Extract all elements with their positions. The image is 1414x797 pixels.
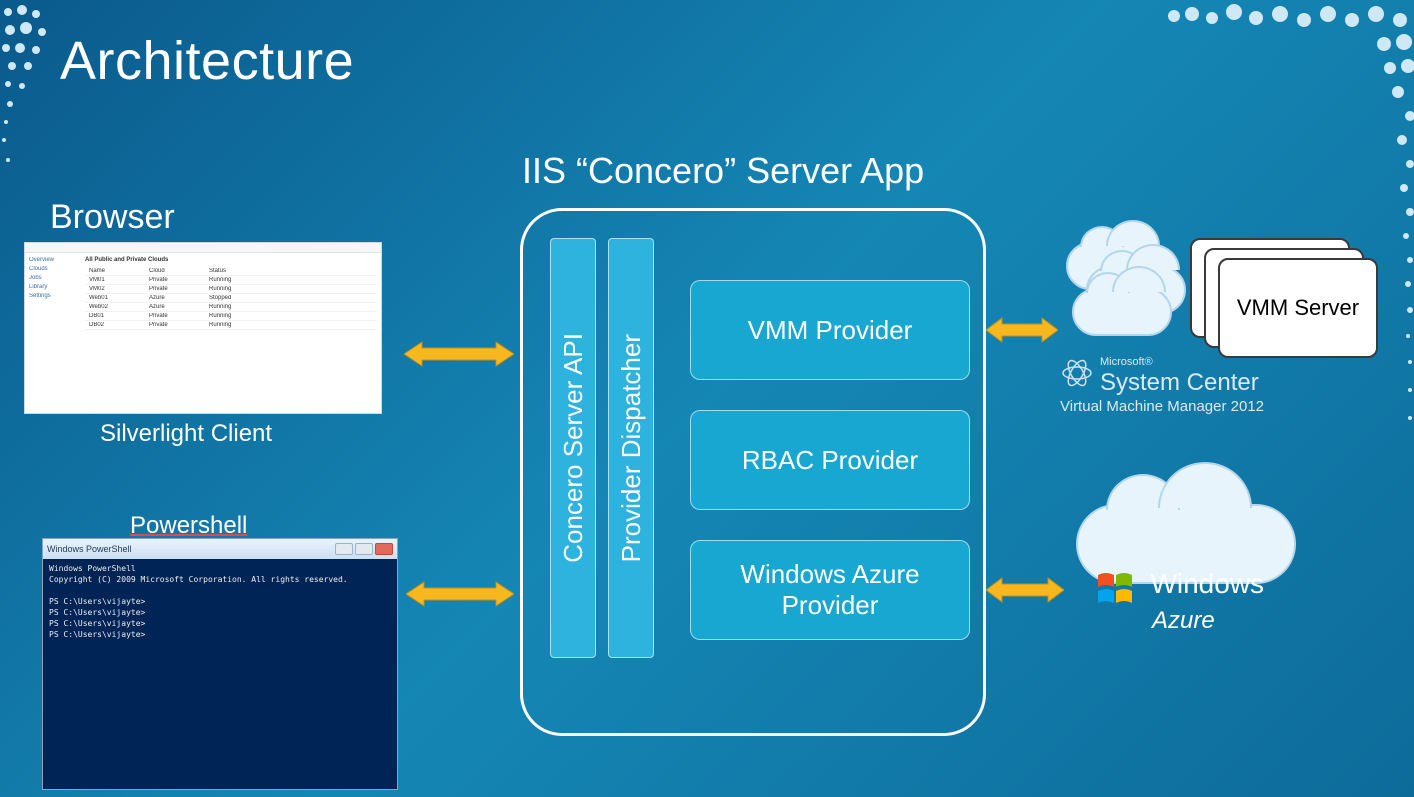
powershell-titlebar: Windows PowerShell (43, 539, 397, 559)
powershell-heading: Powershell (130, 512, 247, 540)
arrow-browser-to-iis (404, 340, 514, 368)
azure-provider-box: Windows Azure Provider (690, 540, 970, 640)
system-center-icon (1060, 356, 1094, 390)
arrow-powershell-to-iis (406, 580, 514, 608)
arrow-iis-to-azure (986, 576, 1064, 604)
system-center-logo: Microsoft® System Center Virtual Machine… (1060, 356, 1400, 416)
windows-azure-logo: Windows Azure (1096, 568, 1336, 635)
provider-dispatcher-box: Provider Dispatcher (608, 238, 654, 658)
concero-server-api-box: Concero Server API (550, 238, 596, 658)
browser-heading: Browser (50, 198, 175, 237)
vmm-server-card: VMM Server (1218, 258, 1378, 358)
windows-flag-icon (1096, 571, 1136, 607)
rbac-provider-box: RBAC Provider (690, 410, 970, 510)
powershell-console-text: Windows PowerShell Copyright (C) 2009 Mi… (43, 559, 397, 789)
powershell-window-title: Windows PowerShell (47, 544, 132, 554)
browser-screenshot: OverviewCloudsJobsLibrarySettings All Pu… (24, 242, 382, 414)
slide-title: Architecture (60, 30, 354, 92)
arrow-iis-to-vmm (986, 316, 1058, 344)
powershell-screenshot: Windows PowerShell Windows PowerShell Co… (42, 538, 398, 790)
silverlight-caption: Silverlight Client (100, 420, 272, 448)
vmm-server-stack: VMM Server (1190, 238, 1390, 368)
vmm-provider-box: VMM Provider (690, 280, 970, 380)
private-clouds-icon (1062, 238, 1202, 358)
iis-heading: IIS “Concero” Server App (522, 150, 924, 192)
